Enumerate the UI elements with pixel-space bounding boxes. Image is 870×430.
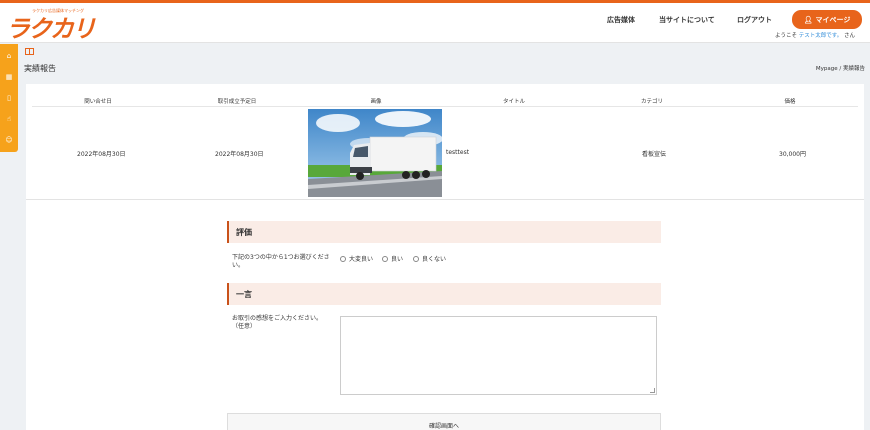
cell-deal-date: 2022年08月30日: [215, 151, 264, 158]
sidebar: ⌂ ▦ ▯ ☝ ☺: [0, 44, 18, 152]
page-title: 実績報告: [24, 64, 56, 73]
radio-label-not-good: 良くない: [422, 256, 447, 263]
column-header-category: カテゴリ: [640, 99, 664, 105]
breadcrumb[interactable]: Mypage / 実績報告: [816, 64, 865, 72]
radio-circle[interactable]: [382, 255, 388, 262]
comment-heading: 一言: [236, 290, 252, 299]
user-add-icon[interactable]: ☺: [0, 130, 18, 150]
mypage-button[interactable]: 👤︎ マイページ: [792, 10, 862, 29]
evaluation-section-header: 評価: [227, 221, 661, 243]
cell-title: testtest: [446, 149, 470, 156]
site-logo[interactable]: ラクカリ広告媒体マッチング ラクカリ: [6, 5, 96, 43]
grid-icon[interactable]: ▦: [0, 67, 18, 87]
thumbs-up-icon[interactable]: ☝: [0, 109, 18, 129]
radio-label-good: 良い: [391, 256, 404, 263]
column-header-image: 画像: [370, 99, 382, 105]
bookmark-icon[interactable]: ▯: [0, 88, 18, 108]
nav-ad-media[interactable]: 広告媒体: [607, 15, 635, 25]
logo-text: ラクカリ: [6, 15, 96, 43]
evaluation-question: 下記の3つの中から1つお選びください。: [232, 254, 330, 269]
user-name-link[interactable]: テスト太郎です。: [799, 33, 842, 39]
column-header-inquiry-date: 問い合せ日: [84, 99, 112, 105]
welcome-suffix: さん: [843, 33, 855, 39]
radio-not-good[interactable]: 良くない: [413, 254, 446, 263]
radio-label-very-good: 大変良い: [349, 256, 374, 263]
mypage-button-label: マイページ: [815, 15, 851, 24]
report-card: 問い合せ日 取引成立予定日 画像 タイトル カテゴリ 価格 2022年08月30…: [26, 84, 864, 430]
radio-good[interactable]: 良い: [382, 254, 403, 263]
radio-circle[interactable]: [340, 255, 346, 262]
comment-section-header: 一言: [227, 283, 661, 305]
home-icon[interactable]: ⌂: [0, 46, 18, 66]
radio-very-good[interactable]: 大変良い: [340, 254, 373, 263]
comment-label: お取引の感想をご入力ください。（任意）: [232, 315, 323, 330]
truck-image: [308, 109, 442, 197]
column-header-deal-date: 取引成立予定日: [217, 99, 257, 105]
user-icon: 👤︎: [803, 15, 813, 24]
nav-about[interactable]: 当サイトについて: [659, 15, 715, 25]
cell-price: 30,000円: [779, 151, 806, 158]
row-divider: [26, 199, 864, 200]
resize-handle-icon[interactable]: [650, 388, 655, 393]
column-header-title: タイトル: [502, 99, 526, 105]
book-icon: [25, 48, 34, 55]
nav-logout[interactable]: ログアウト: [737, 15, 772, 25]
column-header-price: 価格: [784, 99, 796, 105]
comment-textarea[interactable]: [340, 316, 657, 395]
radio-circle[interactable]: [413, 255, 419, 262]
cell-category: 看板宣伝: [642, 151, 667, 158]
evaluation-heading: 評価: [236, 228, 252, 237]
welcome-prefix: ようこそ: [775, 33, 798, 39]
cell-inquiry-date: 2022年08月30日: [77, 151, 126, 158]
header-divider: [32, 106, 858, 107]
header: ラクカリ広告媒体マッチング ラクカリ 広告媒体 当サイトについて ログアウト 👤…: [0, 3, 870, 43]
welcome-text: ようこそ テスト太郎です。 さん: [775, 31, 855, 39]
title-bar: 実績報告 Mypage / 実績報告: [18, 59, 870, 78]
confirm-button[interactable]: 確認画面へ: [227, 413, 661, 430]
